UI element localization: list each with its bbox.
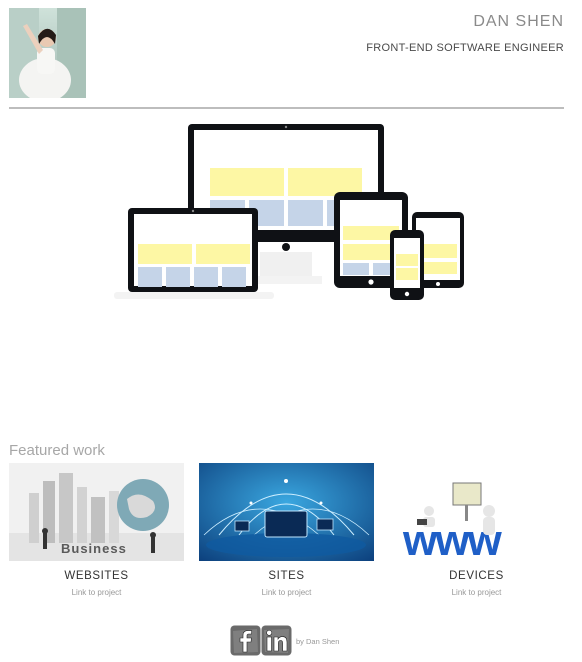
social-links: by Dan Shen (230, 624, 339, 656)
card-title-devices: DEVICES (449, 570, 504, 582)
card-link-sites[interactable]: Link to project (199, 588, 374, 597)
websites-thumbnail[interactable]: Business (9, 463, 184, 561)
card-title-websites: WEBSITES (64, 570, 129, 582)
featured-work-heading: Featured work (9, 442, 105, 459)
sites-thumbnail[interactable] (199, 463, 374, 561)
site-role: FRONT-END SOFTWARE ENGINEER (366, 42, 564, 54)
featured-card-sites: SITES Link to project (199, 463, 374, 597)
site-name: DAN SHEN (473, 13, 564, 30)
linkedin-icon[interactable] (261, 625, 292, 656)
card-link-websites[interactable]: Link to project (9, 588, 184, 597)
featured-card-devices: www DEVICES Link to project (389, 463, 564, 597)
header-divider (9, 107, 564, 109)
facebook-icon[interactable] (230, 625, 261, 656)
profile-photo (9, 8, 86, 98)
devices-thumbnail[interactable]: www (389, 463, 564, 561)
responsive-devices-illustration (114, 124, 464, 300)
card-link-devices[interactable]: Link to project (389, 588, 564, 597)
card-title-sites: SITES (268, 570, 305, 582)
featured-card-websites: Business WEBSITES Link to project (9, 463, 184, 597)
footer-credit: by Dan Shen (296, 636, 340, 646)
svg-text:Business: Business (61, 541, 127, 556)
